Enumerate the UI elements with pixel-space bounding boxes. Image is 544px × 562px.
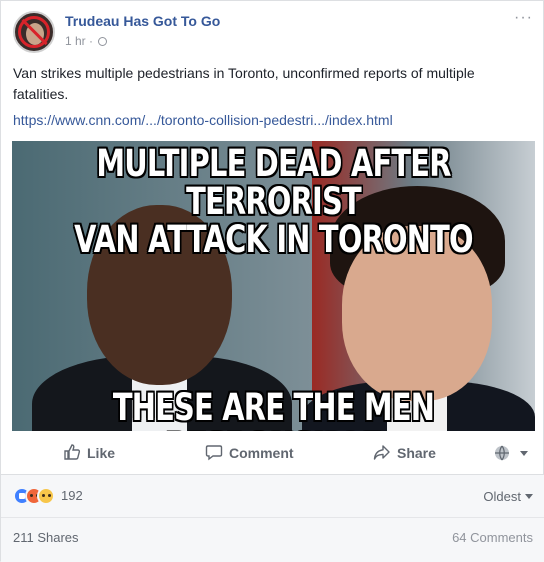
post-image[interactable]: MULTIPLE DEAD AFTER TERRORIST VAN ATTACK… (12, 141, 535, 431)
thumbs-up-icon (64, 444, 81, 460)
post-link[interactable]: https://www.cnn.com/.../toronto-collisio… (13, 112, 393, 128)
meme-top-line-1: MULTIPLE DEAD AFTER TERRORIST (96, 142, 451, 223)
reaction-count: 192 (61, 488, 83, 503)
meme-bottom-caption: THESE ARE THE MEN RESPONSIBLE (112, 386, 435, 432)
globe-icon (98, 37, 108, 46)
speech-bubble-icon (205, 445, 223, 461)
comments-count[interactable]: 64 Comments (452, 530, 533, 545)
shares-count[interactable]: 211 Shares (13, 530, 79, 545)
meme-top-caption: MULTIPLE DEAD AFTER TERRORIST VAN ATTACK… (70, 145, 478, 259)
share-button[interactable]: Share (373, 443, 436, 461)
share-label: Share (397, 445, 436, 461)
page-name-link[interactable]: Trudeau Has Got To Go (65, 13, 220, 29)
chevron-down-icon (525, 494, 533, 499)
post-timestamp[interactable]: 1 hr (65, 34, 86, 48)
action-bar: Like Comment Share (13, 435, 533, 469)
chevron-down-icon (520, 451, 528, 456)
view-as-selector[interactable] (493, 444, 528, 462)
sad-reaction-icon (37, 487, 55, 505)
post-card: Trudeau Has Got To Go 1 hr · ··· Van str… (0, 0, 544, 562)
post-meta: 1 hr · (65, 34, 108, 48)
meme-top-line-2: VAN ATTACK IN TORONTO (74, 218, 473, 261)
globe-selector-icon (495, 445, 509, 461)
comment-button[interactable]: Comment (205, 443, 294, 461)
like-label: Like (87, 445, 116, 461)
like-button[interactable]: Like (63, 443, 115, 461)
meta-separator: · (85, 34, 97, 48)
sort-label: Oldest (483, 489, 521, 504)
comment-sort-dropdown[interactable]: Oldest (483, 489, 533, 504)
more-options-icon[interactable]: ··· (514, 9, 533, 27)
page-avatar[interactable] (13, 11, 55, 53)
engagement-divider (1, 517, 544, 518)
share-arrow-icon (373, 445, 390, 460)
engagement-panel: 192 Oldest 211 Shares 64 Comments (1, 475, 544, 562)
post-header: Trudeau Has Got To Go 1 hr · ··· (13, 9, 533, 55)
comment-label: Comment (229, 445, 294, 461)
post-text: Van strikes multiple pedestrians in Toro… (13, 65, 475, 102)
